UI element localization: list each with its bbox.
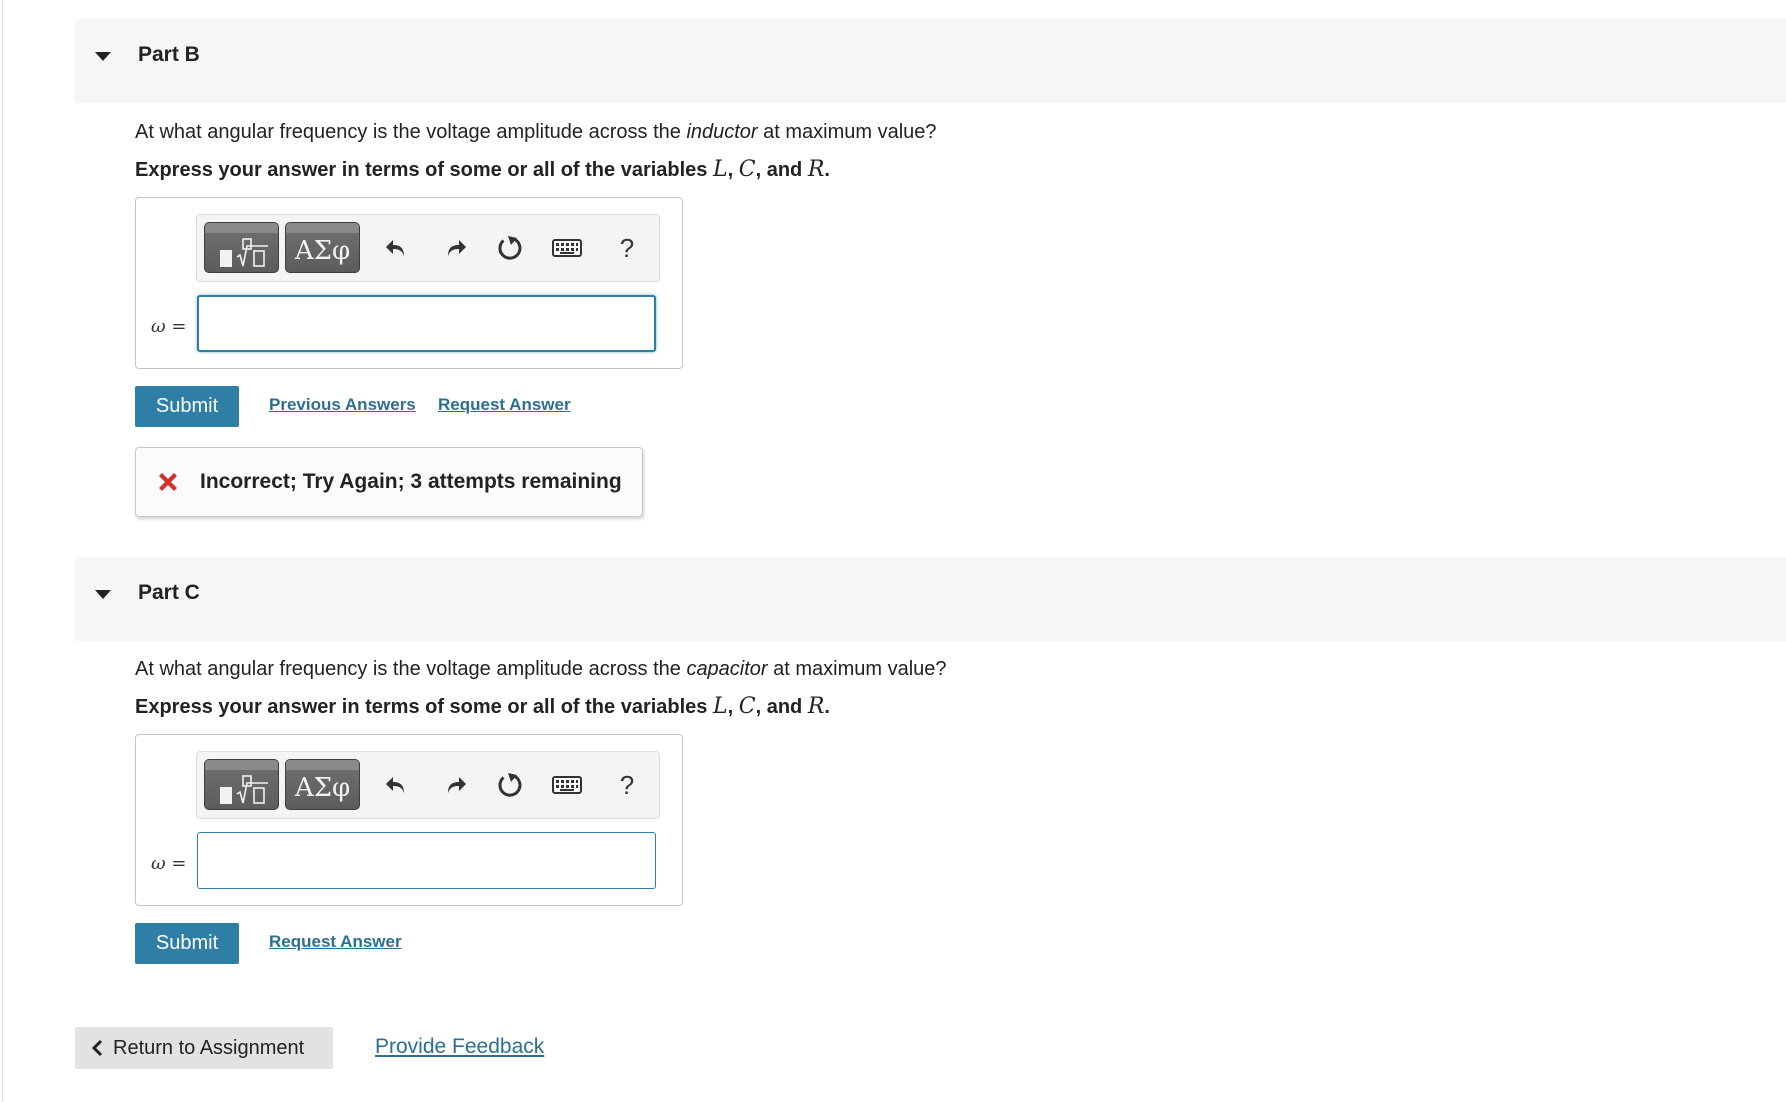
caret-down-icon[interactable] <box>95 52 111 61</box>
part-b-question-pre: At what angular frequency is the voltage… <box>135 121 687 143</box>
part-c-instruction-pre: Express your answer in terms of some or … <box>135 696 713 718</box>
part-c-submit-button[interactable]: Submit <box>135 923 239 964</box>
part-b-var-c: C <box>738 157 756 182</box>
template-icon <box>220 775 268 804</box>
omega-symbol: ω <box>151 316 166 337</box>
part-b-sep-1: , <box>727 159 739 181</box>
return-to-assignment-label: Return to Assignment <box>113 1037 305 1059</box>
template-button-bar <box>205 223 278 233</box>
part-b-instruction: Express your answer in terms of some or … <box>135 156 830 184</box>
feedback-message: Incorrect; Try Again; 3 attempts remaini… <box>200 470 622 493</box>
part-c-variable-label: ω = <box>151 853 187 874</box>
part-c-header[interactable]: Part C <box>75 557 1786 641</box>
greek-button-bar <box>286 760 359 770</box>
return-to-assignment-button[interactable]: Return to Assignment <box>75 1027 333 1069</box>
keyboard-icon[interactable] <box>550 768 584 802</box>
part-c-question: At what angular frequency is the voltage… <box>135 655 947 683</box>
keyboard-icon[interactable] <box>550 231 584 265</box>
part-c-question-pre: At what angular frequency is the voltage… <box>135 658 687 680</box>
part-b-feedback-box: Incorrect; Try Again; 3 attempts remaini… <box>135 447 643 517</box>
redo-icon[interactable] <box>438 768 472 802</box>
part-b-title: Part B <box>138 43 200 66</box>
part-b-sep-2: , and <box>755 159 808 181</box>
part-c-question-post: at maximum value? <box>767 658 947 680</box>
template-button[interactable] <box>204 759 279 810</box>
undo-icon[interactable] <box>380 231 414 265</box>
part-c-sep-1: , <box>727 696 739 718</box>
part-c-answer-input[interactable] <box>197 832 656 889</box>
greek-icon: ΑΣφ <box>294 773 351 803</box>
previous-answers-link[interactable]: Previous Answers <box>269 393 416 417</box>
part-b-var-r: R <box>807 157 825 182</box>
equals-sign: = <box>165 316 187 337</box>
template-button-bar <box>205 760 278 770</box>
part-b-answer-input[interactable] <box>197 295 656 352</box>
part-c-sep-2: , and <box>755 696 808 718</box>
greek-button[interactable]: ΑΣφ <box>285 759 360 810</box>
part-b-request-answer-link[interactable]: Request Answer <box>438 393 571 417</box>
part-b-question-em: inductor <box>686 121 758 143</box>
template-icon <box>220 238 268 267</box>
help-icon[interactable]: ? <box>610 768 644 802</box>
chevron-left-icon <box>91 1039 103 1057</box>
part-b-submit-button[interactable]: Submit <box>135 386 239 427</box>
part-c-instruction: Express your answer in terms of some or … <box>135 693 830 721</box>
undo-icon[interactable] <box>380 768 414 802</box>
part-c-var-c: C <box>738 694 756 719</box>
part-b-question: At what angular frequency is the voltage… <box>135 118 937 146</box>
equals-sign: = <box>165 853 187 874</box>
part-c-var-r: R <box>807 694 825 719</box>
left-divider <box>2 0 3 1102</box>
part-c-question-em: capacitor <box>686 658 768 680</box>
part-b-variable-label: ω = <box>151 316 187 337</box>
part-c-var-l: L <box>713 694 728 719</box>
part-b-header[interactable]: Part B <box>75 19 1786 103</box>
part-b-answer-box: ΑΣφ ? ω = <box>135 197 683 369</box>
error-x-icon <box>159 473 177 491</box>
part-c-math-toolbar: ΑΣφ ? <box>196 751 660 819</box>
greek-icon: ΑΣφ <box>294 236 351 266</box>
help-icon[interactable]: ? <box>610 231 644 265</box>
reset-icon[interactable] <box>493 768 527 802</box>
caret-down-icon[interactable] <box>95 590 111 599</box>
part-c-request-answer-link[interactable]: Request Answer <box>269 930 402 954</box>
provide-feedback-link[interactable]: Provide Feedback <box>375 1033 544 1061</box>
part-b-math-toolbar: ΑΣφ ? <box>196 214 660 282</box>
redo-icon[interactable] <box>438 231 472 265</box>
part-c-answer-box: ΑΣφ ? ω = <box>135 734 683 906</box>
part-b-question-post: at maximum value? <box>757 121 937 143</box>
template-button[interactable] <box>204 222 279 273</box>
part-b-instruction-end: . <box>824 159 830 181</box>
greek-button[interactable]: ΑΣφ <box>285 222 360 273</box>
reset-icon[interactable] <box>493 231 527 265</box>
greek-button-bar <box>286 223 359 233</box>
part-c-instruction-end: . <box>824 696 830 718</box>
part-b-var-l: L <box>713 157 728 182</box>
part-c-title: Part C <box>138 581 200 604</box>
part-b-instruction-pre: Express your answer in terms of some or … <box>135 159 713 181</box>
omega-symbol: ω <box>151 853 166 874</box>
